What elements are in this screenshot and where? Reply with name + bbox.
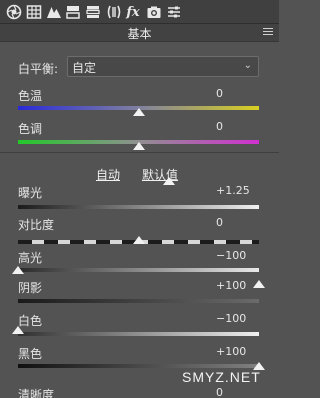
split-layers-icon[interactable]	[64, 3, 82, 21]
whites-value[interactable]: −100	[216, 312, 246, 325]
tint-thumb[interactable]	[132, 142, 145, 150]
tool-strip: fx	[0, 0, 279, 24]
temperature-thumb[interactable]	[132, 108, 145, 116]
white-balance-select[interactable]: 自定 ⌄	[67, 56, 259, 77]
highlights-label: 高光	[18, 251, 43, 265]
contrast-value[interactable]: 0	[216, 216, 223, 229]
exposure-value[interactable]: +1.25	[216, 184, 250, 197]
highlights-value[interactable]: −100	[216, 249, 246, 262]
temperature-label: 色温	[18, 89, 43, 103]
clarity-value[interactable]: 0	[216, 386, 223, 398]
blacks-track[interactable]	[18, 364, 259, 368]
shadows-label: 阴影	[18, 281, 43, 295]
divider	[0, 152, 279, 153]
chevron-down-icon: ⌄	[243, 60, 252, 71]
temperature-value[interactable]: 0	[216, 87, 223, 100]
camera-icon[interactable]	[145, 3, 163, 21]
grid-icon[interactable]	[25, 3, 43, 21]
white-balance-label: 白平衡:	[18, 62, 59, 76]
exposure-thumb[interactable]	[162, 177, 175, 185]
shadows-thumb[interactable]	[253, 280, 265, 288]
shadows-track[interactable]	[18, 299, 259, 303]
fx-label: fx	[126, 4, 140, 20]
panel-title: 基本	[127, 27, 152, 41]
highlights-track[interactable]	[18, 268, 259, 272]
highlights-thumb[interactable]	[12, 266, 24, 274]
contrast-label: 对比度	[18, 218, 55, 232]
blacks-label: 黑色	[18, 347, 43, 361]
exposure-label: 曝光	[18, 186, 43, 200]
sliders-bars-icon[interactable]	[84, 3, 102, 21]
aperture-icon[interactable]	[5, 3, 23, 21]
tint-value[interactable]: 0	[216, 120, 223, 133]
whites-thumb[interactable]	[12, 326, 24, 334]
exposure-track[interactable]	[18, 205, 259, 209]
tint-label: 色调	[18, 122, 43, 136]
watermark: SMYZ.NET	[182, 369, 261, 385]
fx-icon[interactable]: fx	[124, 3, 142, 21]
shadows-value[interactable]: +100	[216, 279, 246, 292]
lens-bracket-icon[interactable]	[105, 3, 123, 21]
mountains-icon[interactable]	[45, 3, 63, 21]
clarity-label: 清晰度	[18, 388, 55, 398]
presets-sliders-icon[interactable]	[165, 3, 183, 21]
auto-button[interactable]: 自动	[96, 166, 120, 183]
panel-header: 基本	[0, 24, 279, 42]
contrast-thumb[interactable]	[132, 236, 145, 244]
whites-track[interactable]	[18, 332, 259, 336]
blacks-value[interactable]: +100	[216, 345, 246, 358]
white-balance-value: 自定	[72, 61, 97, 75]
panel-menu-icon[interactable]	[263, 28, 273, 37]
